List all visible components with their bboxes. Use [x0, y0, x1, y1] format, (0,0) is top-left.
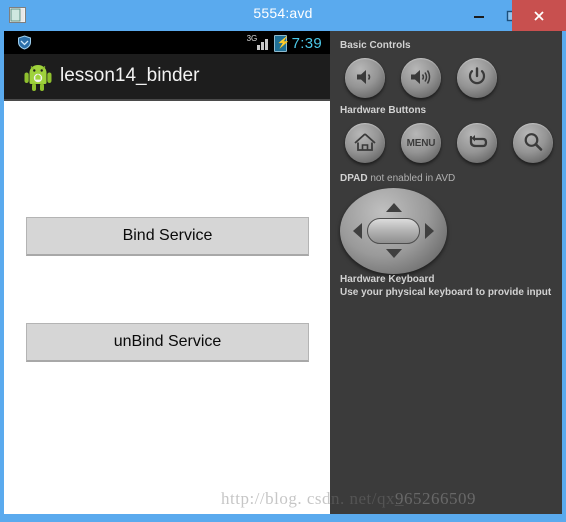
hardware-keyboard-title: Hardware Keyboard [340, 274, 435, 285]
android-status-bar: 3G ⚡ 7:39 [4, 31, 330, 54]
home-button[interactable] [345, 123, 385, 163]
unbind-service-button[interactable]: unBind Service [26, 323, 309, 362]
back-arrow-icon [465, 131, 489, 156]
home-icon [353, 131, 377, 156]
app-title: lesson14_binder [60, 65, 200, 86]
bind-service-button[interactable]: Bind Service [26, 217, 309, 256]
phone-screen: 3G ⚡ 7:39 lesson14_binder Bind Service u… [4, 31, 330, 514]
status-indicators: 3G ⚡ 7:39 [247, 32, 322, 54]
menu-button-label: MENU [406, 137, 436, 149]
hardware-keyboard-description: Use your physical keyboard to provide in… [340, 287, 552, 298]
search-button[interactable] [513, 123, 553, 163]
menu-button[interactable]: MENU [401, 123, 441, 163]
status-time: 7:39 [291, 34, 322, 52]
power-icon [467, 66, 487, 90]
dpad-up-icon[interactable] [386, 203, 402, 212]
volume-up-button[interactable] [401, 58, 441, 98]
power-button[interactable] [457, 58, 497, 98]
volume-down-button[interactable] [345, 58, 385, 98]
dpad-control[interactable] [340, 188, 447, 274]
android-robot-icon [22, 61, 54, 93]
dpad-right-icon[interactable] [425, 223, 434, 239]
network-type-label: 3G [246, 34, 258, 43]
dpad-left-icon[interactable] [353, 223, 362, 239]
close-button[interactable] [512, 0, 566, 31]
volume-down-icon [354, 67, 376, 90]
watermark-url: http://blog. csdn. net/qx_ [221, 489, 404, 508]
dpad-center-button[interactable] [367, 218, 420, 244]
app-action-bar: lesson14_binder [4, 54, 330, 101]
minimize-button[interactable] [462, 0, 496, 31]
app-content: Bind Service unBind Service [4, 101, 330, 514]
shield-icon [17, 35, 32, 50]
dpad-down-icon[interactable] [386, 249, 402, 258]
signal-bars-icon: 3G [247, 35, 269, 51]
watermark-overlay: 965266509 [395, 489, 476, 508]
close-icon [512, 0, 566, 31]
back-button[interactable] [457, 123, 497, 163]
hardware-buttons-label: Hardware Buttons [340, 105, 427, 116]
client-area: 3G ⚡ 7:39 lesson14_binder Bind Service u… [4, 31, 562, 516]
dpad-label: DPAD not enabled in AVD [340, 173, 455, 184]
dpad-label-suffix: not enabled in AVD [367, 173, 456, 184]
dpad-label-main: DPAD [340, 173, 368, 184]
search-icon [522, 131, 544, 156]
emulator-control-panel: Basic Controls Hardware Buttons MENU DPA… [330, 31, 562, 514]
battery-charging-icon: ⚡ [273, 34, 290, 52]
title-bar: 5554:avd [0, 0, 566, 31]
basic-controls-label: Basic Controls [340, 40, 411, 51]
minimize-icon [462, 0, 496, 31]
volume-up-icon [409, 67, 433, 90]
emulator-window: 5554:avd 3G ⚡ 7:39 lesson14_binder Bind … [0, 0, 566, 522]
